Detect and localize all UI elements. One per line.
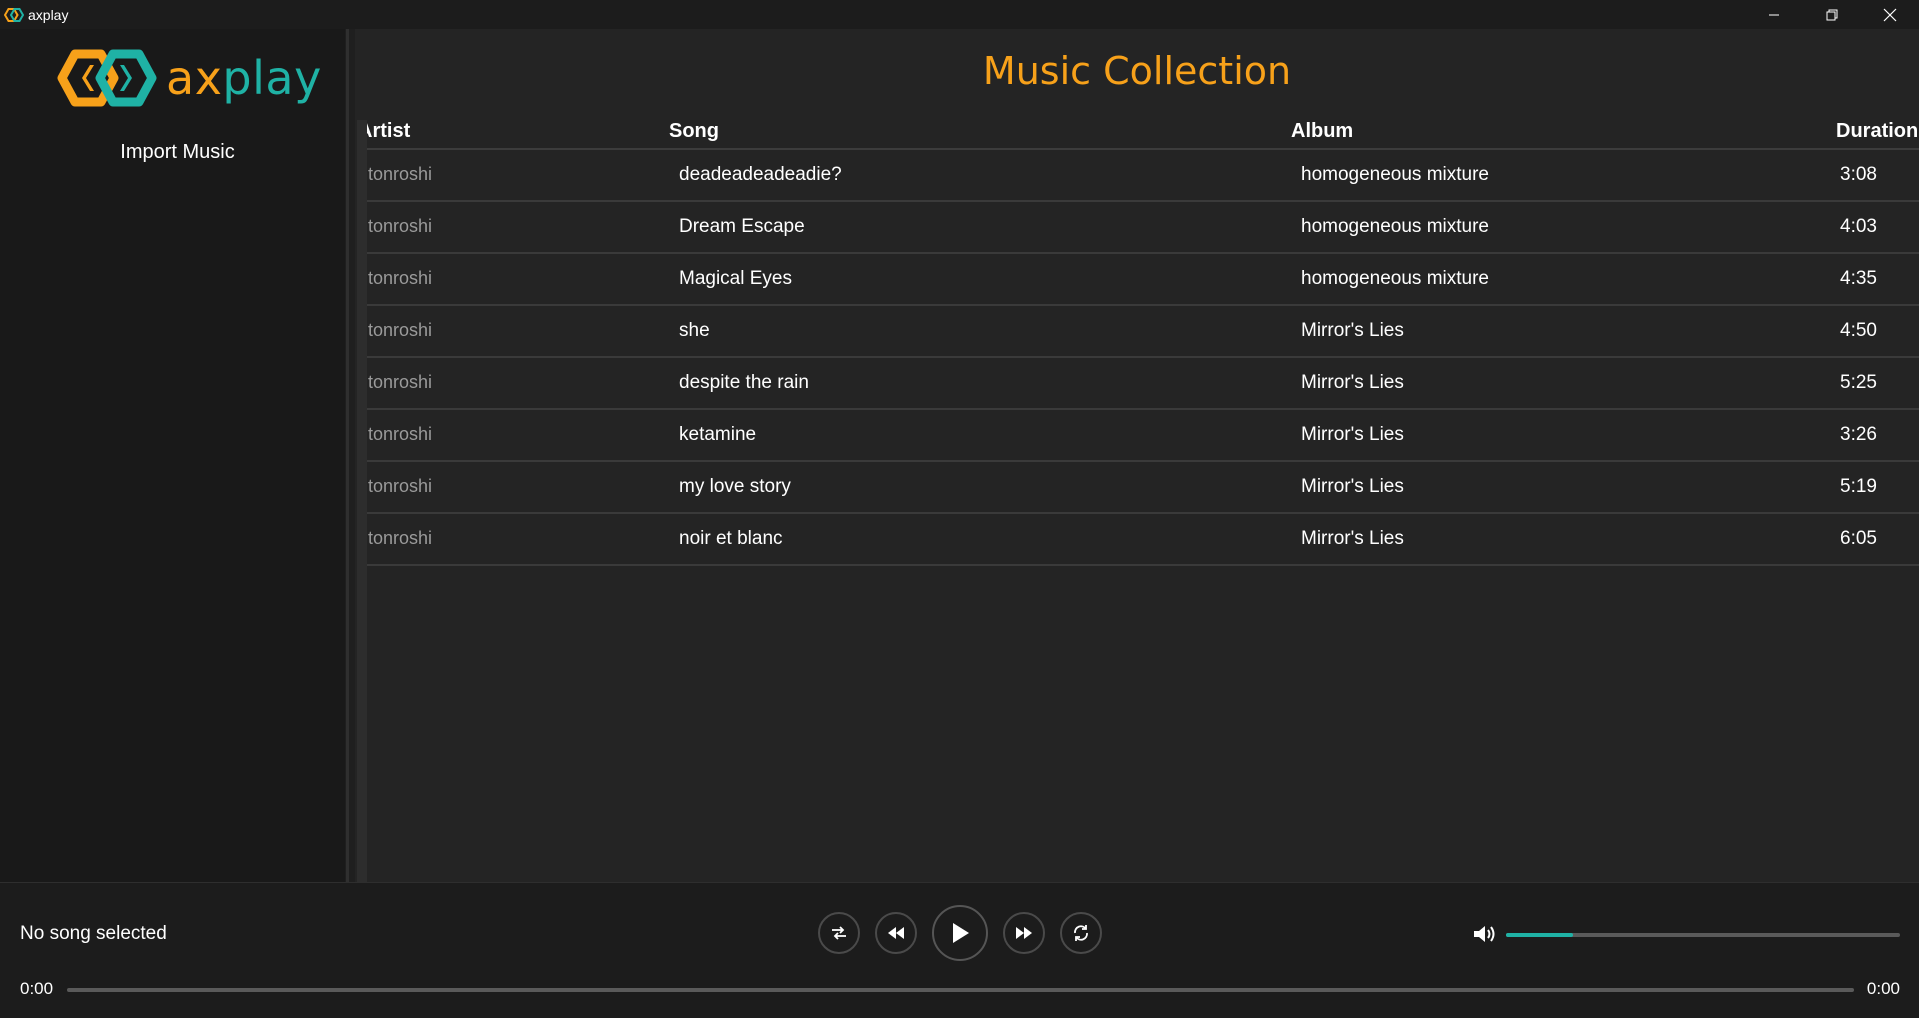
cell-duration: 4:03 (1840, 216, 1877, 237)
restore-icon (1826, 9, 1838, 20)
column-header-song[interactable]: Song (669, 120, 719, 143)
play-icon (953, 923, 969, 943)
main-panel: Music Collection Artist Song Album Durat… (355, 29, 1919, 882)
minimize-button[interactable] (1745, 0, 1803, 29)
cell-duration: 4:50 (1840, 320, 1877, 341)
cell-song: Magical Eyes (679, 268, 792, 289)
cell-song: deadeadeadeadie? (679, 164, 842, 185)
table-scrollbar[interactable] (357, 120, 367, 882)
song-table: tonroshi deadeadeadeadie? homogeneous mi… (358, 150, 1919, 566)
cell-album: homogeneous mixture (1301, 268, 1489, 289)
table-row[interactable]: tonroshi Dream Escape homogeneous mixtur… (358, 202, 1919, 254)
minimize-icon (1769, 14, 1779, 15)
cell-artist: tonroshi (368, 164, 433, 184)
logo-text-play: play (222, 51, 322, 105)
window-controls (1745, 0, 1919, 29)
cell-duration: 6:05 (1840, 528, 1877, 549)
table-row[interactable]: tonroshi my love story Mirror's Lies 5:1… (358, 462, 1919, 514)
rewind-icon (888, 927, 904, 939)
cell-artist: tonroshi (368, 216, 433, 236)
elapsed-time: 0:00 (20, 979, 54, 998)
title-bar: axplay (0, 0, 1919, 29)
volume-slider-fill (1506, 933, 1573, 937)
cell-song: noir et blanc (679, 528, 783, 549)
table-row[interactable]: tonroshi noir et blanc Mirror's Lies 6:0… (358, 514, 1919, 566)
table-row[interactable]: tonroshi Magical Eyes homogeneous mixtur… (358, 254, 1919, 306)
cell-duration: 3:26 (1840, 424, 1877, 445)
column-header-album[interactable]: Album (1291, 120, 1353, 143)
repeat-icon (1074, 925, 1088, 941)
sidebar: axplay Import Music (0, 29, 345, 882)
player-bar: No song selected 0:00 0:00 (0, 882, 1919, 1018)
window-title: axplay (28, 6, 69, 23)
now-playing-label: No song selected (20, 923, 167, 944)
cell-album: homogeneous mixture (1301, 216, 1489, 237)
close-button[interactable] (1861, 0, 1919, 29)
total-time: 0:00 (1866, 979, 1900, 998)
fast-forward-icon (1016, 927, 1032, 939)
cell-album: Mirror's Lies (1301, 424, 1404, 445)
cell-album: Mirror's Lies (1301, 528, 1404, 549)
cell-duration: 4:35 (1840, 268, 1877, 289)
volume-slider[interactable] (1506, 933, 1900, 937)
splitter-line (346, 29, 349, 882)
shuffle-icon (832, 926, 846, 940)
cell-song: ketamine (679, 424, 757, 445)
cell-artist: tonroshi (368, 476, 433, 496)
cell-song: despite the rain (679, 372, 809, 393)
table-row[interactable]: tonroshi deadeadeadeadie? homogeneous mi… (358, 150, 1919, 202)
cell-artist: tonroshi (368, 320, 433, 340)
close-icon (1883, 8, 1897, 21)
page-title: Music Collection (982, 49, 1292, 93)
hexagon-logo-icon (57, 49, 157, 107)
cell-song: she (679, 320, 710, 341)
table-row[interactable]: tonroshi ketamine Mirror's Lies 3:26 (358, 410, 1919, 462)
cell-artist: tonroshi (368, 268, 433, 288)
sidebar-splitter[interactable] (345, 29, 355, 882)
app-logo: axplay (56, 47, 322, 109)
play-button[interactable] (932, 905, 988, 961)
logo-text-ax: ax (166, 51, 223, 105)
seek-bar[interactable] (67, 988, 1854, 992)
column-header-duration[interactable]: Duration (1836, 120, 1918, 143)
app-logo-icon (4, 7, 24, 22)
cell-artist: tonroshi (368, 424, 433, 444)
app-window: axplay axplay Import Music Music Collect… (0, 0, 1919, 1018)
cell-album: Mirror's Lies (1301, 320, 1404, 341)
cell-duration: 5:19 (1840, 476, 1877, 497)
table-row[interactable]: tonroshi despite the rain Mirror's Lies … (358, 358, 1919, 410)
rewind-button[interactable] (875, 912, 917, 954)
volume-icon[interactable] (1472, 923, 1498, 945)
cell-artist: tonroshi (368, 372, 433, 392)
cell-duration: 3:08 (1840, 164, 1877, 185)
shuffle-button[interactable] (818, 912, 860, 954)
table-row[interactable]: tonroshi she Mirror's Lies 4:50 (358, 306, 1919, 358)
cell-album: Mirror's Lies (1301, 372, 1404, 393)
import-music-button[interactable]: Import Music (0, 141, 355, 164)
cell-song: my love story (679, 476, 791, 497)
cell-album: Mirror's Lies (1301, 476, 1404, 497)
fast-forward-button[interactable] (1003, 912, 1045, 954)
cell-album: homogeneous mixture (1301, 164, 1489, 185)
cell-song: Dream Escape (679, 216, 805, 237)
repeat-button[interactable] (1060, 912, 1102, 954)
cell-duration: 5:25 (1840, 372, 1877, 393)
cell-artist: tonroshi (368, 528, 433, 548)
table-header: Artist Song Album Duration (358, 120, 1919, 150)
logo-text: axplay (166, 51, 322, 105)
restore-button[interactable] (1803, 0, 1861, 29)
